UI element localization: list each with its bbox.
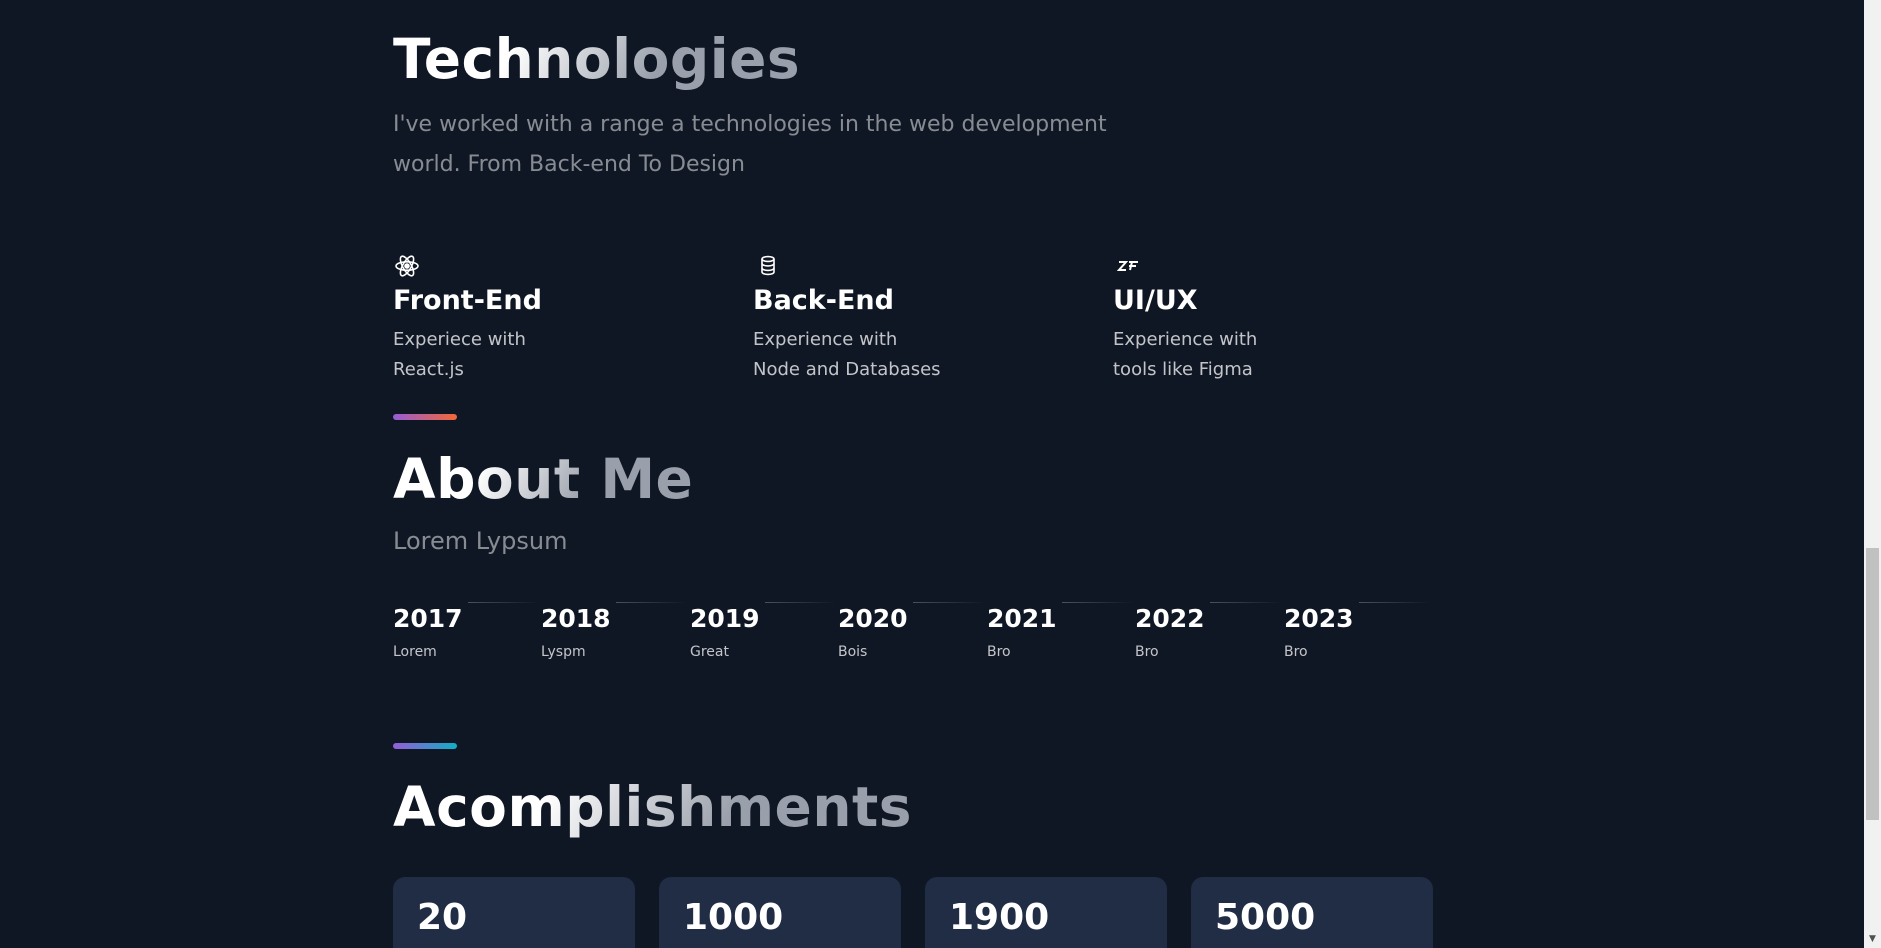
technologies-description: I've worked with a range a technologies … <box>393 112 1107 177</box>
accomplishment-number: 20 <box>417 897 468 938</box>
timeline-year: 2023 <box>1284 604 1354 633</box>
tech-description-line: tools like Figma <box>1113 359 1253 380</box>
accomplishments-list: 20 1000 1900 5000 <box>393 877 1453 948</box>
timeline: 2017 Lorem 2018 Lyspm 2019 Great 2020 Bo… <box>393 598 1453 678</box>
tech-description-line: Experience with <box>1113 329 1258 350</box>
accomplishment-card: 1900 <box>925 877 1167 948</box>
timeline-text: Great <box>690 644 729 660</box>
tech-item-back-end: Back-End Experience with Node and Databas… <box>753 253 1073 385</box>
timeline-item: 2023 Bro <box>1284 598 1431 660</box>
timeline-connector <box>765 602 837 603</box>
timeline-connector <box>468 602 540 603</box>
timeline-connector <box>913 602 985 603</box>
scroll-down-arrow-icon[interactable]: ▼ <box>1864 931 1881 948</box>
section-divider <box>393 743 457 749</box>
page: Technologies I've worked with a range a … <box>0 0 1881 948</box>
timeline-item: 2022 Bro <box>1135 598 1282 660</box>
about-title: About Me <box>393 447 694 511</box>
timeline-year: 2019 <box>690 604 760 633</box>
timeline-year: 2021 <box>987 604 1057 633</box>
accomplishments-title: Acomplishments <box>393 775 913 839</box>
technologies-title: Technologies <box>393 27 801 91</box>
timeline-connector <box>1359 602 1431 603</box>
database-icon <box>753 253 783 279</box>
tech-name: UI/UX <box>1113 285 1198 316</box>
accomplishment-number: 5000 <box>1215 897 1316 938</box>
timeline-text: Lorem <box>393 644 437 660</box>
tech-description-line: Experience with <box>753 329 898 350</box>
zeplin-icon <box>1113 253 1143 279</box>
timeline-connector <box>616 602 688 603</box>
timeline-item: 2018 Lyspm <box>541 598 688 660</box>
about-subtitle: Lorem Lypsum <box>393 527 568 555</box>
tech-description-line: Node and Databases <box>753 359 941 380</box>
timeline-item: 2019 Great <box>690 598 837 660</box>
tech-description: Experience with tools like Figma <box>1113 325 1433 385</box>
timeline-connector <box>1210 602 1282 603</box>
tech-name: Back-End <box>753 285 894 316</box>
scrollbar-thumb[interactable] <box>1866 548 1879 820</box>
accomplishment-number: 1000 <box>683 897 784 938</box>
tech-description-line: Experiece with <box>393 329 526 350</box>
timeline-item: 2017 Lorem <box>393 598 540 660</box>
tech-name: Front-End <box>393 285 542 316</box>
vertical-scrollbar[interactable]: ▼ <box>1864 0 1881 948</box>
timeline-year: 2022 <box>1135 604 1205 633</box>
timeline-year: 2018 <box>541 604 611 633</box>
timeline-year: 2017 <box>393 604 463 633</box>
accomplishment-number: 1900 <box>949 897 1050 938</box>
tech-description: Experience with Node and Databases <box>753 325 1073 385</box>
section-divider <box>393 414 457 420</box>
timeline-text: Bro <box>987 644 1011 660</box>
timeline-text: Lyspm <box>541 644 586 660</box>
timeline-connector <box>1062 602 1134 603</box>
timeline-text: Bro <box>1284 644 1308 660</box>
tech-item-ui-ux: UI/UX Experience with tools like Figma <box>1113 253 1433 385</box>
tech-description-line: React.js <box>393 359 464 380</box>
timeline-text: Bois <box>838 644 868 660</box>
accomplishment-card: 1000 <box>659 877 901 948</box>
timeline-item: 2021 Bro <box>987 598 1134 660</box>
tech-item-front-end: Front-End Experiece with React.js <box>393 253 713 385</box>
technologies-list: Front-End Experiece with React.js Back-En… <box>393 253 1473 393</box>
accomplishment-card: 20 <box>393 877 635 948</box>
react-icon <box>393 253 423 279</box>
timeline-text: Bro <box>1135 644 1159 660</box>
accomplishment-card: 5000 <box>1191 877 1433 948</box>
timeline-item: 2020 Bois <box>838 598 985 660</box>
timeline-year: 2020 <box>838 604 908 633</box>
tech-description: Experiece with React.js <box>393 325 713 385</box>
